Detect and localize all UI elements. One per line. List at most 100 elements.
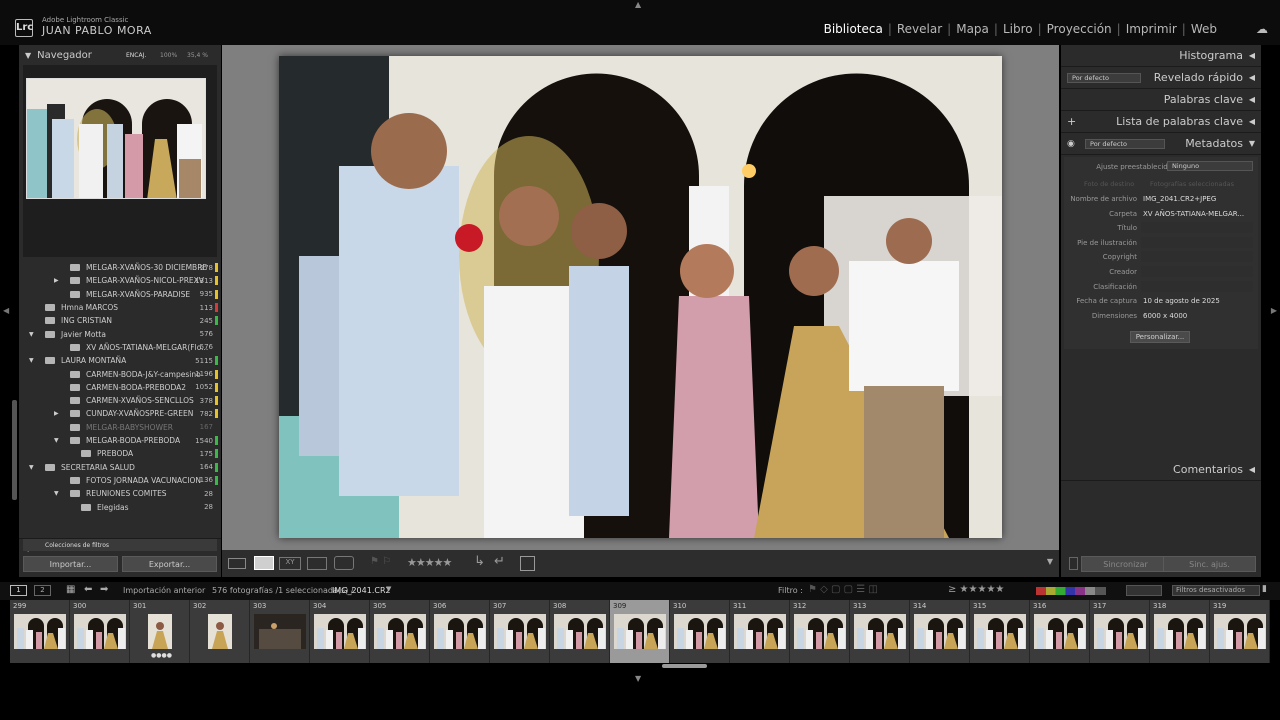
quick-develop-preset-select[interactable]: Por defecto — [1067, 73, 1141, 83]
metadata-preset-dropdown[interactable]: Ninguno — [1167, 161, 1253, 171]
folder-item[interactable]: CARMEN-BODA-J&Y-campesino 1196 — [19, 367, 221, 380]
module-library[interactable]: Biblioteca — [819, 22, 888, 36]
panel-toggle-bottom-icon[interactable]: ▼ — [635, 674, 641, 683]
filmstrip-scrollbar[interactable] — [662, 664, 707, 668]
filter-preset-toggle[interactable] — [1126, 585, 1162, 596]
folder-item[interactable]: ING CRISTIAN 245 — [19, 314, 221, 327]
rotate-left-icon[interactable]: ↳ — [474, 554, 485, 569]
folder-item[interactable]: ▼ SECRETARIA SALUD 164 — [19, 461, 221, 474]
metadata-header[interactable]: ◉ Por defecto Metadatos ▼ — [1061, 133, 1261, 155]
filter-lock-icon[interactable]: ▮ — [1262, 584, 1267, 594]
filmstrip-thumbnail[interactable]: 318 — [1150, 600, 1210, 663]
add-keyword-icon[interactable]: + — [1067, 115, 1076, 128]
filter-preset-select[interactable]: Filtros desactivados — [1172, 585, 1261, 596]
disclosure-triangle-icon[interactable]: ▼ — [54, 437, 59, 444]
folder-item[interactable]: ▼ Javier Motta 576 — [19, 328, 221, 341]
metadata-preset-select[interactable]: Por defecto — [1085, 139, 1165, 149]
filmstrip-thumbnail[interactable]: 307 — [490, 600, 550, 663]
filmstrip-thumbnail[interactable]: 308 — [550, 600, 610, 663]
sync-metadata-button[interactable]: Sincronizar — [1081, 556, 1170, 572]
filter-stars-icon[interactable]: ≥ ★★★★★ — [948, 584, 1004, 595]
file-dropdown-icon[interactable]: ▼ — [386, 585, 391, 593]
metadata-input[interactable] — [1141, 280, 1253, 292]
filmstrip-thumbnail[interactable]: 303 — [250, 600, 310, 663]
folder-item[interactable]: ▶ MELGAR-XVAÑOS-NICOL-PREXV 1313 — [19, 274, 221, 287]
module-print[interactable]: Imprimir — [1121, 22, 1182, 36]
disclosure-triangle-icon[interactable]: ▼ — [29, 357, 34, 364]
filmstrip-thumbnail[interactable]: 316 — [1030, 600, 1090, 663]
people-view-icon[interactable] — [334, 556, 354, 570]
grid-view-icon[interactable] — [228, 558, 246, 569]
folder-item[interactable]: Hmna MARCOS 113 — [19, 301, 221, 314]
selected-filename[interactable]: IMG_2041.CR2 — [332, 586, 391, 595]
source-label[interactable]: Importación anterior — [123, 586, 205, 595]
keywords-header[interactable]: Palabras clave ◀ — [1061, 89, 1261, 111]
import-button[interactable]: Importar... — [23, 556, 118, 572]
filmstrip-thumbnail[interactable]: 309 — [610, 600, 670, 663]
disclosure-triangle-icon[interactable]: ▼ — [54, 490, 59, 497]
collection-item[interactable]: Colecciones de filtros — [23, 539, 217, 551]
forward-arrow-icon[interactable]: ➡ — [100, 584, 108, 595]
filter-flags-icon[interactable]: ⚑ ◇ ▢ ▢ ☰ ◫ — [808, 584, 878, 595]
filmstrip-thumbnail[interactable]: 310 — [670, 600, 730, 663]
crop-overlay-icon[interactable] — [520, 556, 535, 571]
cloud-sync-icon[interactable]: ☁ — [1256, 22, 1268, 36]
module-slideshow[interactable]: Proyección — [1042, 22, 1117, 36]
quick-develop-header[interactable]: Por defecto Revelado rápido ◀ — [1061, 67, 1261, 89]
selected-photos-button[interactable]: Fotografías seleccionadas — [1150, 180, 1234, 188]
zoom-100[interactable]: 100% — [160, 52, 177, 59]
target-photo-button[interactable]: Foto de destino — [1084, 180, 1134, 188]
secondary-window-button[interactable]: 2 — [34, 585, 51, 596]
main-photo[interactable] — [279, 56, 1002, 538]
disclosure-triangle-icon[interactable]: ▶ — [54, 277, 59, 284]
toolbar-menu-icon[interactable]: ▼ — [1047, 557, 1053, 566]
folder-item[interactable]: Elegidas 28 — [19, 500, 221, 513]
disclosure-triangle-icon[interactable]: ▼ — [29, 464, 34, 471]
disclosure-triangle-icon[interactable]: ▼ — [29, 331, 34, 338]
folder-item[interactable]: MELGAR-BABYSHOWER 167 — [19, 421, 221, 434]
module-web[interactable]: Web — [1186, 22, 1222, 36]
back-arrow-icon[interactable]: ⬅ — [84, 584, 92, 595]
folder-item[interactable]: CARMEN-XVAÑOS-SENCLLOS 378 — [19, 394, 221, 407]
folder-item[interactable]: ▶ CUNDAY-XVAÑOSPRE-GREEN 782 — [19, 407, 221, 420]
left-scrollbar[interactable] — [12, 400, 17, 500]
filmstrip-thumbnail[interactable]: 319 — [1210, 600, 1270, 663]
filmstrip-thumbnail[interactable]: 311 — [730, 600, 790, 663]
flag-icon[interactable]: ⚑ ⚐ — [370, 556, 391, 567]
folder-item[interactable]: MELGAR-XVAÑOS-30 DICIEMBRE 578 — [19, 261, 221, 274]
filmstrip-thumbnail[interactable]: 306 — [430, 600, 490, 663]
navigator-header[interactable]: ▼ Navegador ENCAJ. 100% 35,4 % — [19, 45, 221, 65]
filmstrip-thumbnail[interactable]: 301 ●●●● — [130, 600, 190, 663]
folder-item[interactable]: CARMEN-BODA-PREBODA2 1052 — [19, 381, 221, 394]
rating-stars-icon[interactable]: ★★★★★ — [407, 556, 452, 569]
filmstrip-thumbnail[interactable]: 304 — [310, 600, 370, 663]
color-label-filter[interactable] — [1036, 587, 1106, 595]
keyword-list-header[interactable]: + Lista de palabras clave ◀ — [1061, 111, 1261, 133]
metadata-value[interactable]: XV AÑOS-TATIANA-MELGAR... — [1143, 210, 1244, 218]
zoom-custom[interactable]: 35,4 % — [187, 52, 208, 59]
folder-item[interactable]: PREBODA 175 — [19, 447, 221, 460]
filmstrip-thumbnail[interactable]: 300 — [70, 600, 130, 663]
metadata-value[interactable]: 6000 x 4000 — [1143, 312, 1187, 320]
metadata-input[interactable] — [1141, 251, 1253, 263]
filmstrip-thumbnail[interactable]: 314 — [910, 600, 970, 663]
panel-toggle-top-icon[interactable]: ▲ — [635, 0, 641, 9]
metadata-input[interactable] — [1141, 266, 1253, 277]
rotate-right-icon[interactable]: ↵ — [494, 554, 505, 569]
comments-header[interactable]: Comentarios ◀ — [1061, 459, 1261, 481]
compare-view-icon[interactable]: XY — [279, 557, 301, 570]
customize-button[interactable]: Personalizar... — [1130, 331, 1190, 343]
module-book[interactable]: Libro — [998, 22, 1038, 36]
folder-item[interactable]: FOTOS JORNADA VACUNACION 136 — [19, 474, 221, 487]
folder-item[interactable]: ▼ MELGAR-BODA-PREBODA 1540 — [19, 434, 221, 447]
sync-settings-button[interactable]: Sinc. ajus. — [1163, 556, 1256, 572]
sync-switch-icon[interactable] — [1069, 557, 1078, 570]
metadata-value[interactable]: 10 de agosto de 2025 — [1143, 297, 1220, 305]
primary-window-button[interactable]: 1 — [10, 585, 27, 596]
left-panel-toggle-icon[interactable]: ◀ — [3, 306, 9, 315]
filmstrip-thumbnail[interactable]: 313 — [850, 600, 910, 663]
export-button[interactable]: Exportar... — [122, 556, 217, 572]
eye-icon[interactable]: ◉ — [1067, 139, 1075, 149]
filmstrip-thumbnail[interactable]: 315 — [970, 600, 1030, 663]
filmstrip-thumbnail[interactable]: 312 — [790, 600, 850, 663]
